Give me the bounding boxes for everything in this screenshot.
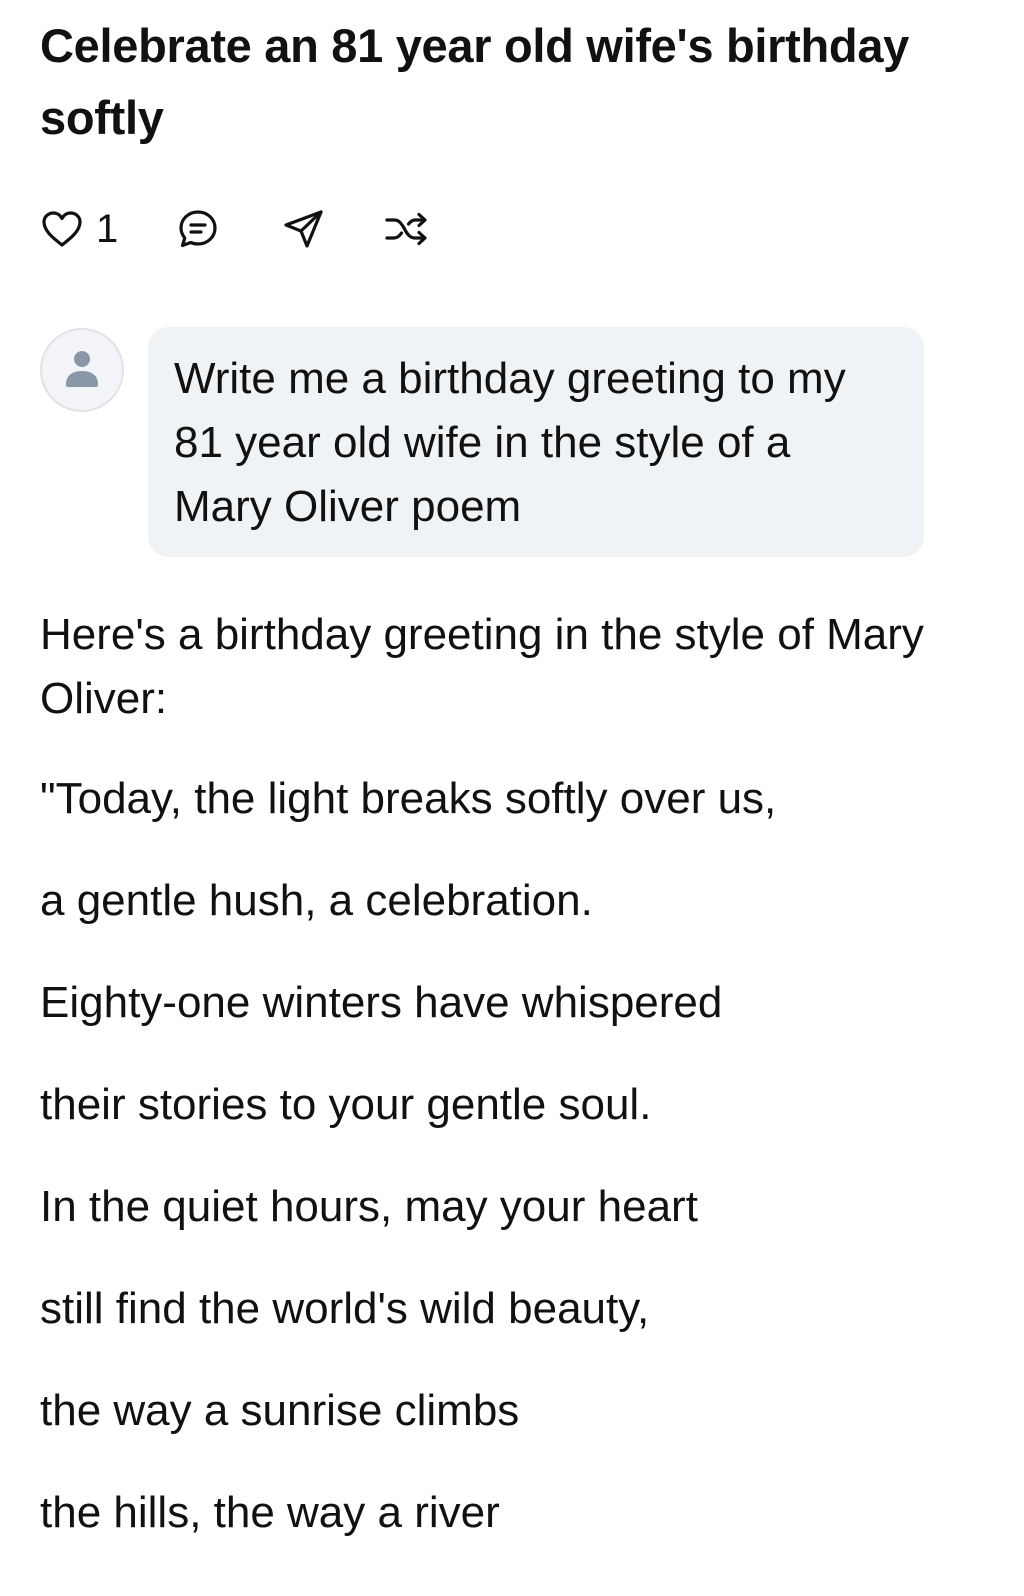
poem-line: the hills, the way a river xyxy=(40,1488,500,1537)
poem-line: their stories to your gentle soul. xyxy=(40,1080,652,1129)
like-button[interactable]: 1 xyxy=(40,209,118,249)
comment-button[interactable] xyxy=(176,207,220,251)
poem: "Today, the light breaks softly over us,… xyxy=(40,767,990,1545)
poem-line: "Today, the light breaks softly over us, xyxy=(40,774,777,823)
user-message-text: Write me a birthday greeting to my 81 ye… xyxy=(174,354,846,531)
poem-line: a gentle hush, a celebration. xyxy=(40,876,593,925)
response-intro: Here's a birthday greeting in the style … xyxy=(40,610,924,723)
assistant-response: Here's a birthday greeting in the style … xyxy=(40,603,990,1583)
avatar xyxy=(40,328,124,412)
like-count: 1 xyxy=(96,207,119,251)
action-bar: 1 xyxy=(40,205,430,253)
remix-button[interactable] xyxy=(384,207,430,251)
poem-line: Eighty-one winters have whispered xyxy=(40,978,723,1027)
share-button[interactable] xyxy=(282,207,326,251)
poem-line: In the quiet hours, may your heart xyxy=(40,1182,698,1231)
user-icon xyxy=(64,348,100,393)
shuffle-icon xyxy=(384,207,430,251)
comment-icon xyxy=(176,207,220,251)
heart-icon xyxy=(40,209,84,249)
user-message-bubble: Write me a birthday greeting to my 81 ye… xyxy=(148,327,924,557)
poem-line: the way a sunrise climbs xyxy=(40,1386,520,1435)
poem-line: still find the world's wild beauty, xyxy=(40,1284,650,1333)
send-icon xyxy=(282,207,326,251)
chat-title: Celebrate an 81 year old wife's birthday… xyxy=(40,19,909,144)
